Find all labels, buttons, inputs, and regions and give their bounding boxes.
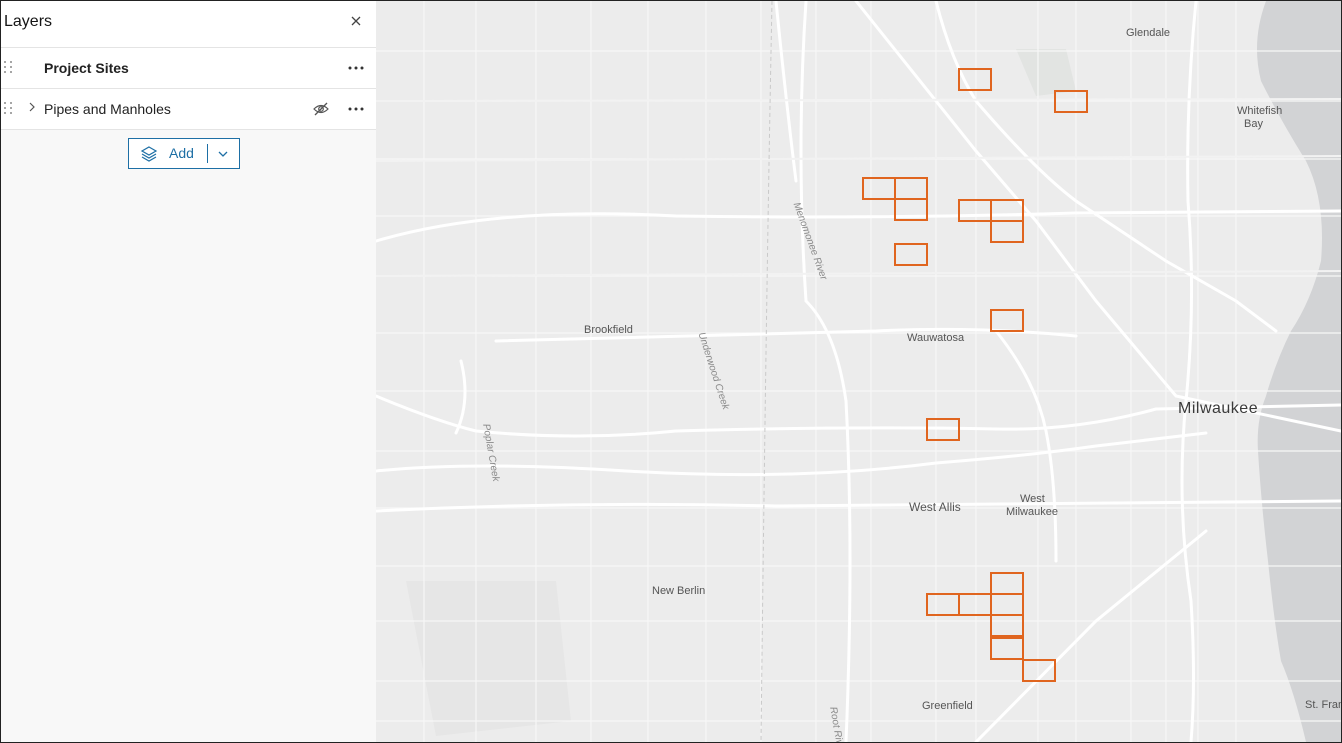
place-label-whitefish-bay: Bay bbox=[1244, 118, 1263, 130]
project-site[interactable] bbox=[990, 593, 1024, 616]
visibility-off-icon[interactable] bbox=[312, 101, 330, 117]
project-site[interactable] bbox=[990, 309, 1024, 332]
place-label-st-francis: St. Fran bbox=[1305, 699, 1342, 711]
project-site[interactable] bbox=[862, 177, 896, 200]
divider bbox=[207, 144, 208, 163]
place-label-greenfield: Greenfield bbox=[922, 700, 973, 712]
layer-row-pipes-and-manholes[interactable]: Pipes and Manholes bbox=[1, 89, 376, 130]
place-label-new-berlin: New Berlin bbox=[652, 585, 706, 597]
close-icon[interactable] bbox=[346, 13, 366, 33]
project-site[interactable] bbox=[990, 614, 1024, 637]
project-site[interactable] bbox=[990, 220, 1024, 243]
layer-options-icon[interactable] bbox=[346, 99, 366, 119]
panel-header: Layers bbox=[1, 1, 376, 48]
project-site[interactable] bbox=[990, 637, 1024, 660]
place-label-brookfield: Brookfield bbox=[584, 324, 633, 336]
place-label-west-allis: West Allis bbox=[909, 500, 961, 514]
layers-icon bbox=[140, 145, 158, 163]
project-site[interactable] bbox=[894, 177, 928, 200]
drag-handle-icon[interactable] bbox=[4, 61, 14, 75]
project-site[interactable] bbox=[990, 572, 1024, 595]
place-label-whitefish-bay: Whitefish bbox=[1237, 105, 1283, 117]
layer-options-icon[interactable] bbox=[346, 58, 366, 78]
chevron-right-icon[interactable] bbox=[27, 101, 39, 115]
project-site[interactable] bbox=[958, 199, 992, 222]
panel-title: Layers bbox=[4, 13, 53, 30]
add-label: Add bbox=[169, 145, 194, 161]
layer-row-project-sites[interactable]: Project Sites bbox=[1, 48, 376, 89]
place-label-glendale: Glendale bbox=[1126, 27, 1171, 39]
map-view[interactable]: Glendale Whitefish Bay Brookfield Wauwat… bbox=[376, 1, 1341, 742]
project-sites[interactable] bbox=[862, 68, 1088, 682]
add-layer-button[interactable]: Add bbox=[128, 138, 240, 169]
project-site[interactable] bbox=[958, 593, 992, 616]
layer-label: Project Sites bbox=[44, 60, 129, 76]
app-frame: Layers Project Sites Pipes and Manholes … bbox=[0, 0, 1342, 743]
project-site[interactable] bbox=[926, 593, 960, 616]
place-label-west-milwaukee: West bbox=[1020, 493, 1045, 505]
place-label-wauwatosa: Wauwatosa bbox=[907, 332, 965, 344]
layer-label: Pipes and Manholes bbox=[44, 101, 171, 117]
layers-panel: Layers Project Sites Pipes and Manholes … bbox=[1, 1, 376, 742]
project-site[interactable] bbox=[894, 243, 928, 266]
project-site[interactable] bbox=[990, 199, 1024, 222]
drag-handle-icon[interactable] bbox=[4, 102, 14, 116]
place-label-milwaukee: Milwaukee bbox=[1178, 400, 1259, 417]
place-label-west-milwaukee: Milwaukee bbox=[1006, 506, 1058, 518]
chevron-down-icon[interactable] bbox=[217, 147, 229, 159]
basemap bbox=[376, 1, 1341, 742]
